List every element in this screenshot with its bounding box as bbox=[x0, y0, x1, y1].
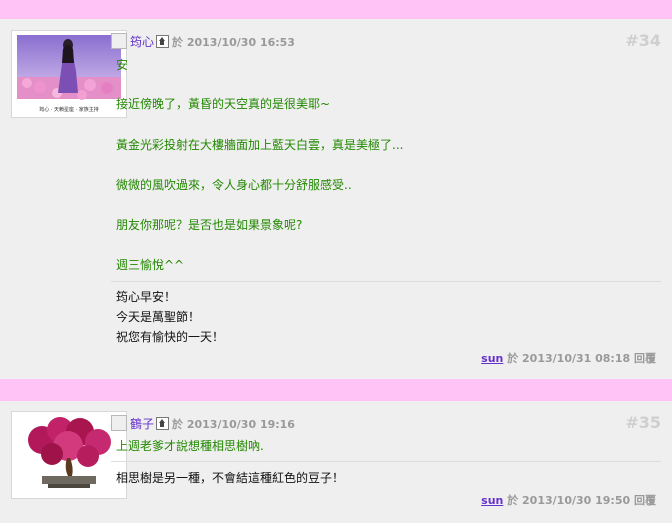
floor-number[interactable]: #34 bbox=[625, 31, 661, 50]
avatar[interactable] bbox=[11, 411, 127, 499]
reply-text-line: 筠心早安！ bbox=[116, 290, 177, 304]
reply-button[interactable]: 回覆 bbox=[634, 352, 656, 365]
author-link[interactable]: 鶴子 bbox=[130, 417, 154, 431]
post-separator-band bbox=[0, 379, 672, 401]
author-link[interactable]: 筠心 bbox=[130, 35, 154, 49]
avatar-image-bonsai bbox=[12, 412, 126, 498]
post-34: 筠心 · 天賴星座 · 家族主持 筠心 於 2013/10/30 16:53 #3… bbox=[0, 19, 672, 379]
post-meta: 鶴子 於 2013/10/30 19:16 bbox=[111, 415, 295, 432]
post-meta: 筠心 於 2013/10/30 16:53 bbox=[111, 33, 295, 50]
post-35: 鶴子 於 2013/10/30 19:16 #35 上週老爹才說想種相思樹吶. 相… bbox=[0, 401, 672, 523]
avatar-caption: 筠心 · 天賴星座 · 家族主持 bbox=[39, 106, 99, 113]
message-line: 安 bbox=[116, 58, 129, 72]
reply-time: 於 2013/10/31 08:18 bbox=[507, 352, 631, 365]
message-line: 接近傍晚了，黃昏的天空真的是很美耶~ bbox=[116, 97, 331, 111]
message-line: 黃金光彩投射在大樓牆面加上藍天白雲，真是美極了... bbox=[116, 138, 404, 152]
reply-text-line: 今天是萬聖節！ bbox=[116, 310, 201, 324]
reply-text-line: 祝您有愉快的一天！ bbox=[116, 330, 225, 344]
post-time: 於 2013/10/30 16:53 bbox=[172, 36, 295, 49]
reply-footer: sun 於 2013/10/30 19:50 回覆 bbox=[481, 492, 656, 508]
reply-author-link[interactable]: sun bbox=[481, 494, 503, 507]
avatar[interactable]: 筠心 · 天賴星座 · 家族主持 bbox=[11, 30, 127, 118]
avatar-image-woman-in-flower-field: 筠心 · 天賴星座 · 家族主持 bbox=[17, 35, 121, 113]
reply-time: 於 2013/10/30 19:50 bbox=[507, 494, 631, 507]
message-line: 朋友你那呢？是否也是如果景象呢? bbox=[116, 218, 303, 232]
reply-footer: sun 於 2013/10/31 08:18 回覆 bbox=[481, 350, 656, 366]
message-line: 微微的風吹過來，令人身心都十分舒服感受.. bbox=[116, 178, 352, 192]
select-checkbox[interactable] bbox=[111, 33, 127, 49]
reply-button[interactable]: 回覆 bbox=[634, 494, 656, 507]
post-time: 於 2013/10/30 19:16 bbox=[172, 418, 295, 431]
message-line: 週三愉悅^^ bbox=[116, 258, 185, 272]
floor-number[interactable]: #35 bbox=[625, 413, 661, 432]
reply-divider bbox=[111, 461, 661, 462]
top-separator-band bbox=[0, 0, 672, 19]
home-icon[interactable] bbox=[156, 35, 170, 48]
reply-author-link[interactable]: sun bbox=[481, 352, 503, 365]
reply-text-line: 相思樹是另一種，不會結這種紅色的豆子！ bbox=[116, 471, 345, 485]
home-icon[interactable] bbox=[156, 417, 170, 430]
message-line: 上週老爹才說想種相思樹吶. bbox=[116, 439, 264, 453]
select-checkbox[interactable] bbox=[111, 415, 127, 431]
reply-divider bbox=[111, 281, 661, 282]
